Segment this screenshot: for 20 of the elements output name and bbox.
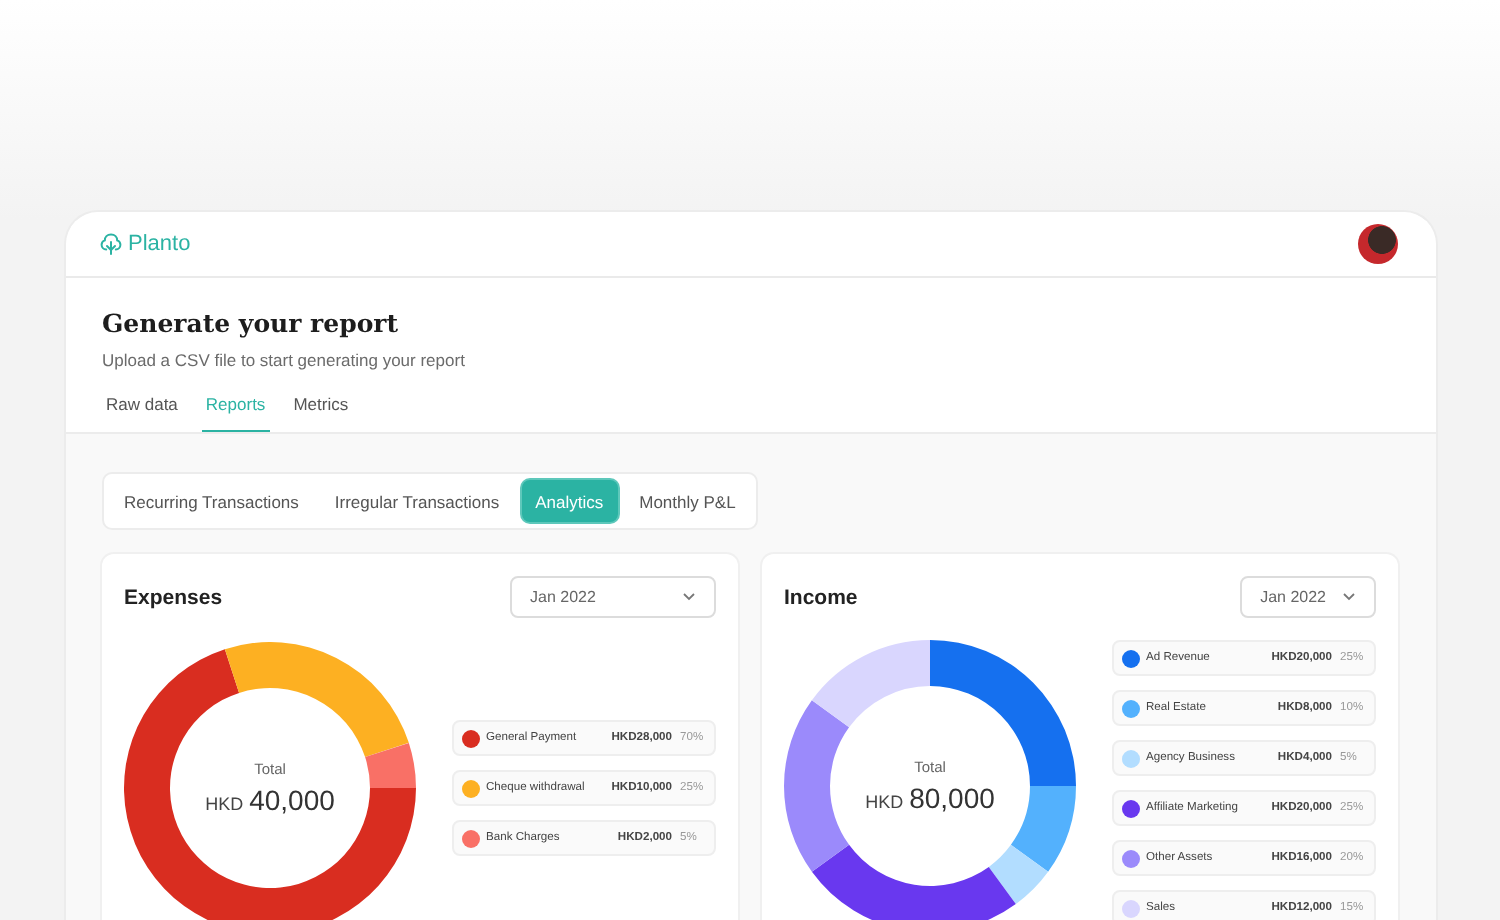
brand-name: Planto (128, 232, 191, 256)
chevron-down-icon (682, 592, 696, 602)
page-title: Generate your report (102, 308, 401, 338)
currency-label: HKD (205, 794, 244, 814)
tab[interactable]: Metrics (289, 394, 353, 432)
segment-tab[interactable]: Monthly P&L (625, 480, 750, 522)
currency-label: HKD (865, 792, 904, 812)
segment-tab[interactable]: Irregular Transactions (320, 480, 514, 522)
period-dropdown[interactable]: Jan 2022 (510, 576, 716, 618)
page-subtitle: Upload a CSV file to start generating your report (102, 350, 467, 370)
card-title: Expenses (124, 585, 223, 609)
period-dropdown[interactable]: Jan 2022 (1240, 576, 1376, 618)
avatar[interactable] (1358, 224, 1398, 264)
card-title: Income (784, 585, 858, 609)
logo-icon (100, 232, 122, 256)
chevron-down-icon (1342, 592, 1356, 602)
total-amount: 80,000 (909, 782, 995, 814)
total-amount: 40,000 (249, 784, 335, 816)
tab[interactable]: Raw data (102, 394, 182, 432)
segment-tab[interactable]: Recurring Transactions (110, 480, 313, 522)
